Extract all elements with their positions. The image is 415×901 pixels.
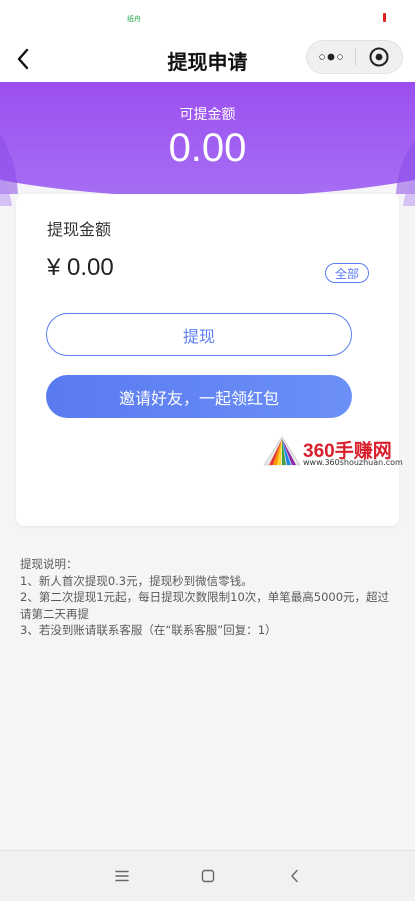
currency-symbol: ¥ bbox=[47, 254, 61, 281]
withdraw-card: 提现金额 ¥ 0.00 全部 提现 邀请好友，一起领红包 bbox=[16, 194, 399, 526]
nav-bar: 提现申请 bbox=[0, 36, 415, 82]
square-home-icon bbox=[201, 869, 215, 883]
menu-lines-icon bbox=[115, 870, 129, 882]
watermark-logo-icon bbox=[263, 436, 301, 466]
withdraw-amount-title: 提现金额 bbox=[47, 220, 112, 239]
withdraw-amount-row: ¥ 0.00 bbox=[47, 254, 114, 282]
watermark-url: www.360shouzhuan.com bbox=[303, 458, 403, 467]
withdraw-notes: 提现说明： 1、新人首次提现0.3元，提现秒到微信零钱。 2、第二次提现1元起，… bbox=[20, 556, 398, 639]
home-button[interactable] bbox=[196, 865, 220, 887]
all-amount-button[interactable]: 全部 bbox=[325, 263, 369, 283]
status-bar: 纸舟 bbox=[0, 0, 415, 36]
close-button[interactable] bbox=[356, 46, 402, 68]
notes-item: 3、若没到账请联系客服（在“联系客服”回复：1） bbox=[20, 623, 277, 637]
mini-program-capsule bbox=[306, 40, 403, 74]
status-left-indicator: 纸舟 bbox=[127, 15, 141, 23]
withdraw-amount-value[interactable]: 0.00 bbox=[67, 254, 114, 281]
menu-button[interactable] bbox=[110, 865, 134, 887]
chevron-left-icon bbox=[291, 869, 298, 883]
system-back-button[interactable] bbox=[283, 865, 307, 887]
withdraw-button[interactable]: 提现 bbox=[46, 313, 352, 356]
status-right-indicator bbox=[383, 13, 386, 22]
available-balance-label: 可提金额 bbox=[179, 107, 236, 123]
site-watermark: 360手赚网 www.360shouzhuan.com bbox=[263, 436, 408, 470]
system-navigation-bar bbox=[0, 850, 415, 901]
notes-title: 提现说明： bbox=[20, 557, 78, 571]
available-balance-amount: 0.00 bbox=[168, 126, 247, 170]
notes-item: 2、第二次提现1元起，每日提现次数限制10次，单笔最高5000元，超过请第二天再… bbox=[20, 590, 390, 621]
notes-item: 1、新人首次提现0.3元，提现秒到微信零钱。 bbox=[20, 573, 253, 588]
target-circle-icon bbox=[369, 47, 389, 67]
more-dots-icon bbox=[319, 53, 343, 61]
invite-friends-button[interactable]: 邀请好友，一起领红包 bbox=[46, 375, 352, 418]
more-button[interactable] bbox=[307, 52, 355, 62]
